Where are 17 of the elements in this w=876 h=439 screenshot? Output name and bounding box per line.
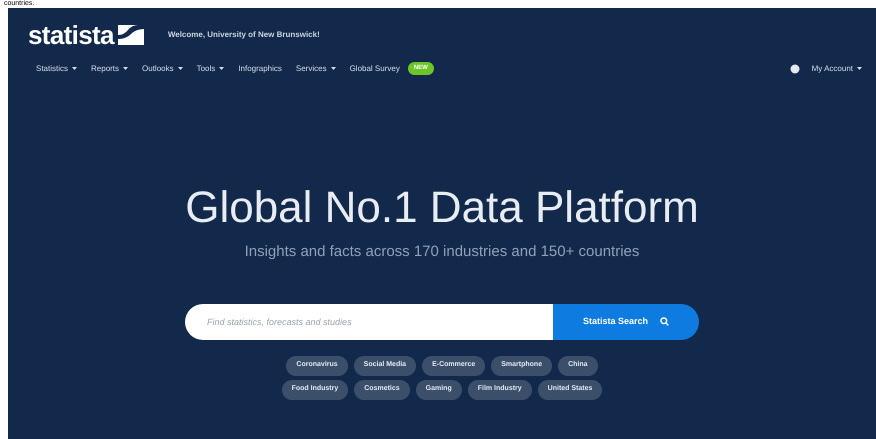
- logo-text[interactable]: statista: [28, 20, 114, 50]
- hero-title: Global No.1 Data Platform: [185, 183, 699, 233]
- logo-icon: [118, 25, 144, 45]
- caret-icon: [857, 67, 862, 70]
- nav-item[interactable]: Outlooks: [142, 62, 183, 74]
- nav-item[interactable]: Services: [296, 62, 336, 74]
- account-menu[interactable]: My Account: [812, 62, 862, 74]
- nav-item[interactable]: Tools: [196, 62, 224, 74]
- search-button[interactable]: Statista Search: [553, 304, 699, 340]
- nav-item[interactable]: Statistics: [36, 62, 78, 74]
- nav-item[interactable]: Infographics: [238, 62, 282, 74]
- welcome-text: Welcome, University of New Brunswick!: [168, 29, 320, 41]
- nav-item[interactable]: Global Survey: [350, 62, 400, 74]
- search-icon: [660, 317, 670, 326]
- hero-subtitle: Insights and facts across 170 industries and 150+ countries: [244, 242, 640, 262]
- nav-item[interactable]: Reports: [91, 62, 128, 74]
- search-field[interactable]: Find statistics, forecasts and studies: [185, 304, 553, 340]
